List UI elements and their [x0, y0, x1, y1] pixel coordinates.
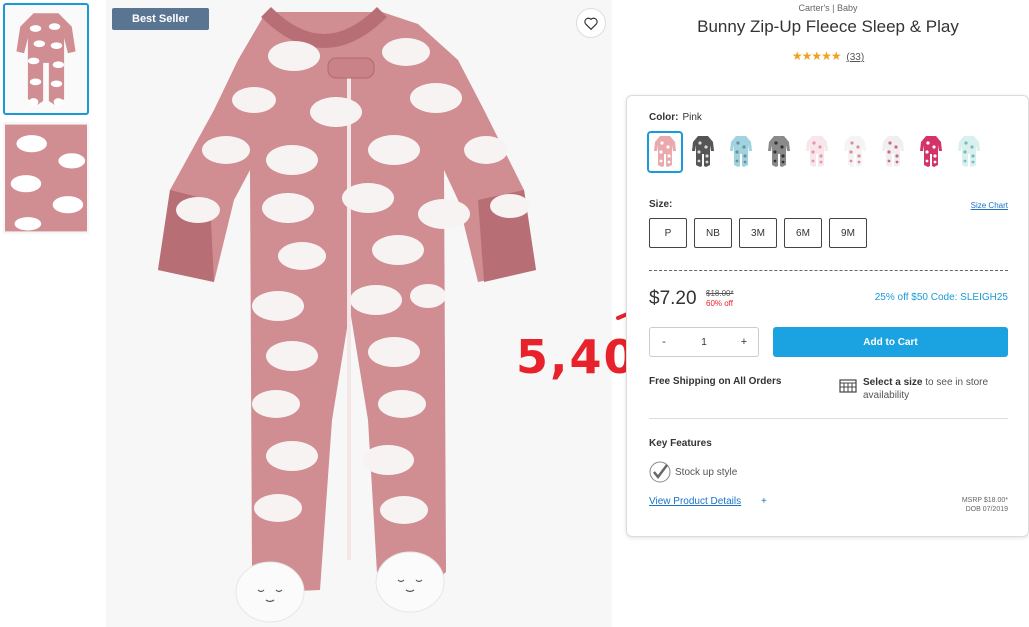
key-features-heading: Key Features [649, 438, 712, 449]
sleeper-swatch-icon [806, 136, 828, 167]
heart-icon [584, 17, 598, 30]
thumbnail-full-product-image [5, 5, 87, 113]
thumbnail-strip [3, 3, 91, 241]
color-swatch-pink-bunny[interactable] [647, 131, 683, 173]
sleeper-swatch-icon [882, 136, 904, 167]
star-rating-icons: ★★★★★ [791, 49, 842, 63]
sleeper-swatch-icon [920, 136, 942, 167]
review-count-link[interactable]: (33) [846, 52, 864, 63]
sleeper-illustration [106, 0, 612, 627]
msrp-info: MSRP $18.00* DOB 07/2019 [962, 496, 1008, 514]
store-icon [839, 379, 857, 393]
feature-item-label: Stock up style [675, 466, 738, 478]
sleeper-swatch-icon [958, 136, 980, 167]
sleeper-swatch-icon [768, 136, 790, 167]
sleeper-swatch-icon [730, 136, 752, 167]
size-option-nb[interactable]: NB [694, 218, 732, 248]
price-divider [649, 270, 1008, 271]
view-product-details-link[interactable]: View Product Details [649, 496, 741, 507]
quantity-value[interactable]: 1 [701, 337, 707, 348]
best-seller-badge: Best Seller [112, 8, 209, 30]
product-title: Bunny Zip-Up Fleece Sleep & Play [697, 17, 959, 36]
color-value: Pink [682, 112, 702, 123]
expand-plus-icon[interactable]: + [761, 496, 767, 507]
select-size-text: Select a size [863, 377, 923, 388]
sleeper-swatch-icon [692, 136, 714, 167]
size-label: Size: [649, 199, 673, 210]
quantity-increment-button[interactable]: + [736, 336, 752, 348]
free-shipping-text: Free Shipping on All Orders [649, 376, 782, 387]
features-divider [649, 418, 1008, 419]
thumbnail-fabric-detail[interactable] [3, 122, 89, 234]
checkmark-icon [649, 461, 671, 483]
dob-text: DOB 07/2019 [965, 506, 1008, 513]
rating-row[interactable]: ★★★★★ (33) [628, 49, 1028, 63]
thumbnail-fabric-detail-image [5, 124, 87, 232]
sleeper-swatch-icon [844, 136, 866, 167]
color-swatch-white-pink[interactable] [799, 131, 835, 173]
color-swatch-charcoal[interactable] [685, 131, 721, 173]
size-option-6m[interactable]: 6M [784, 218, 822, 248]
discount-percent: 60% off [706, 299, 733, 308]
color-swatches [647, 131, 987, 173]
size-options: P NB 3M 6M 9M [649, 218, 867, 248]
color-swatch-mint[interactable] [951, 131, 987, 173]
size-option-9m[interactable]: 9M [829, 218, 867, 248]
color-label-text: Color: [649, 112, 679, 123]
sleeper-swatch-icon [654, 136, 676, 167]
size-chart-link[interactable]: Size Chart [971, 201, 1008, 210]
sale-price: $7.20 [649, 288, 697, 309]
color-swatch-light-blue[interactable] [723, 131, 759, 173]
color-swatch-white-floral[interactable] [875, 131, 911, 173]
thumbnail-full-product[interactable] [3, 3, 89, 115]
color-label: Color: Pink [649, 112, 702, 123]
handwritten-price-annotation: 5,40 [516, 330, 638, 384]
purchase-panel: Color: Pink Size: Size Chart P NB 3M 6M 9… [626, 95, 1029, 537]
size-option-3m[interactable]: 3M [739, 218, 777, 248]
brand-breadcrumb[interactable]: Carter's | Baby [628, 3, 1028, 13]
original-price: $18.00* [706, 289, 734, 298]
color-swatch-magenta[interactable] [913, 131, 949, 173]
feature-item: Stock up style [649, 461, 737, 483]
color-swatch-white-heart[interactable] [837, 131, 873, 173]
add-to-cart-button[interactable]: Add to Cart [773, 327, 1008, 357]
favorite-heart-button[interactable] [576, 8, 606, 38]
size-option-p[interactable]: P [649, 218, 687, 248]
quantity-decrement-button[interactable]: - [656, 336, 672, 348]
store-availability[interactable]: Select a size to see in store availabili… [839, 376, 1019, 402]
msrp-text: MSRP $18.00* [961, 497, 1008, 504]
promo-code-text: 25% off $50 Code: SLEIGH25 [874, 292, 1008, 303]
quantity-stepper: - 1 + [649, 327, 759, 357]
main-product-image[interactable]: Best Seller [106, 0, 612, 627]
color-swatch-grey[interactable] [761, 131, 797, 173]
